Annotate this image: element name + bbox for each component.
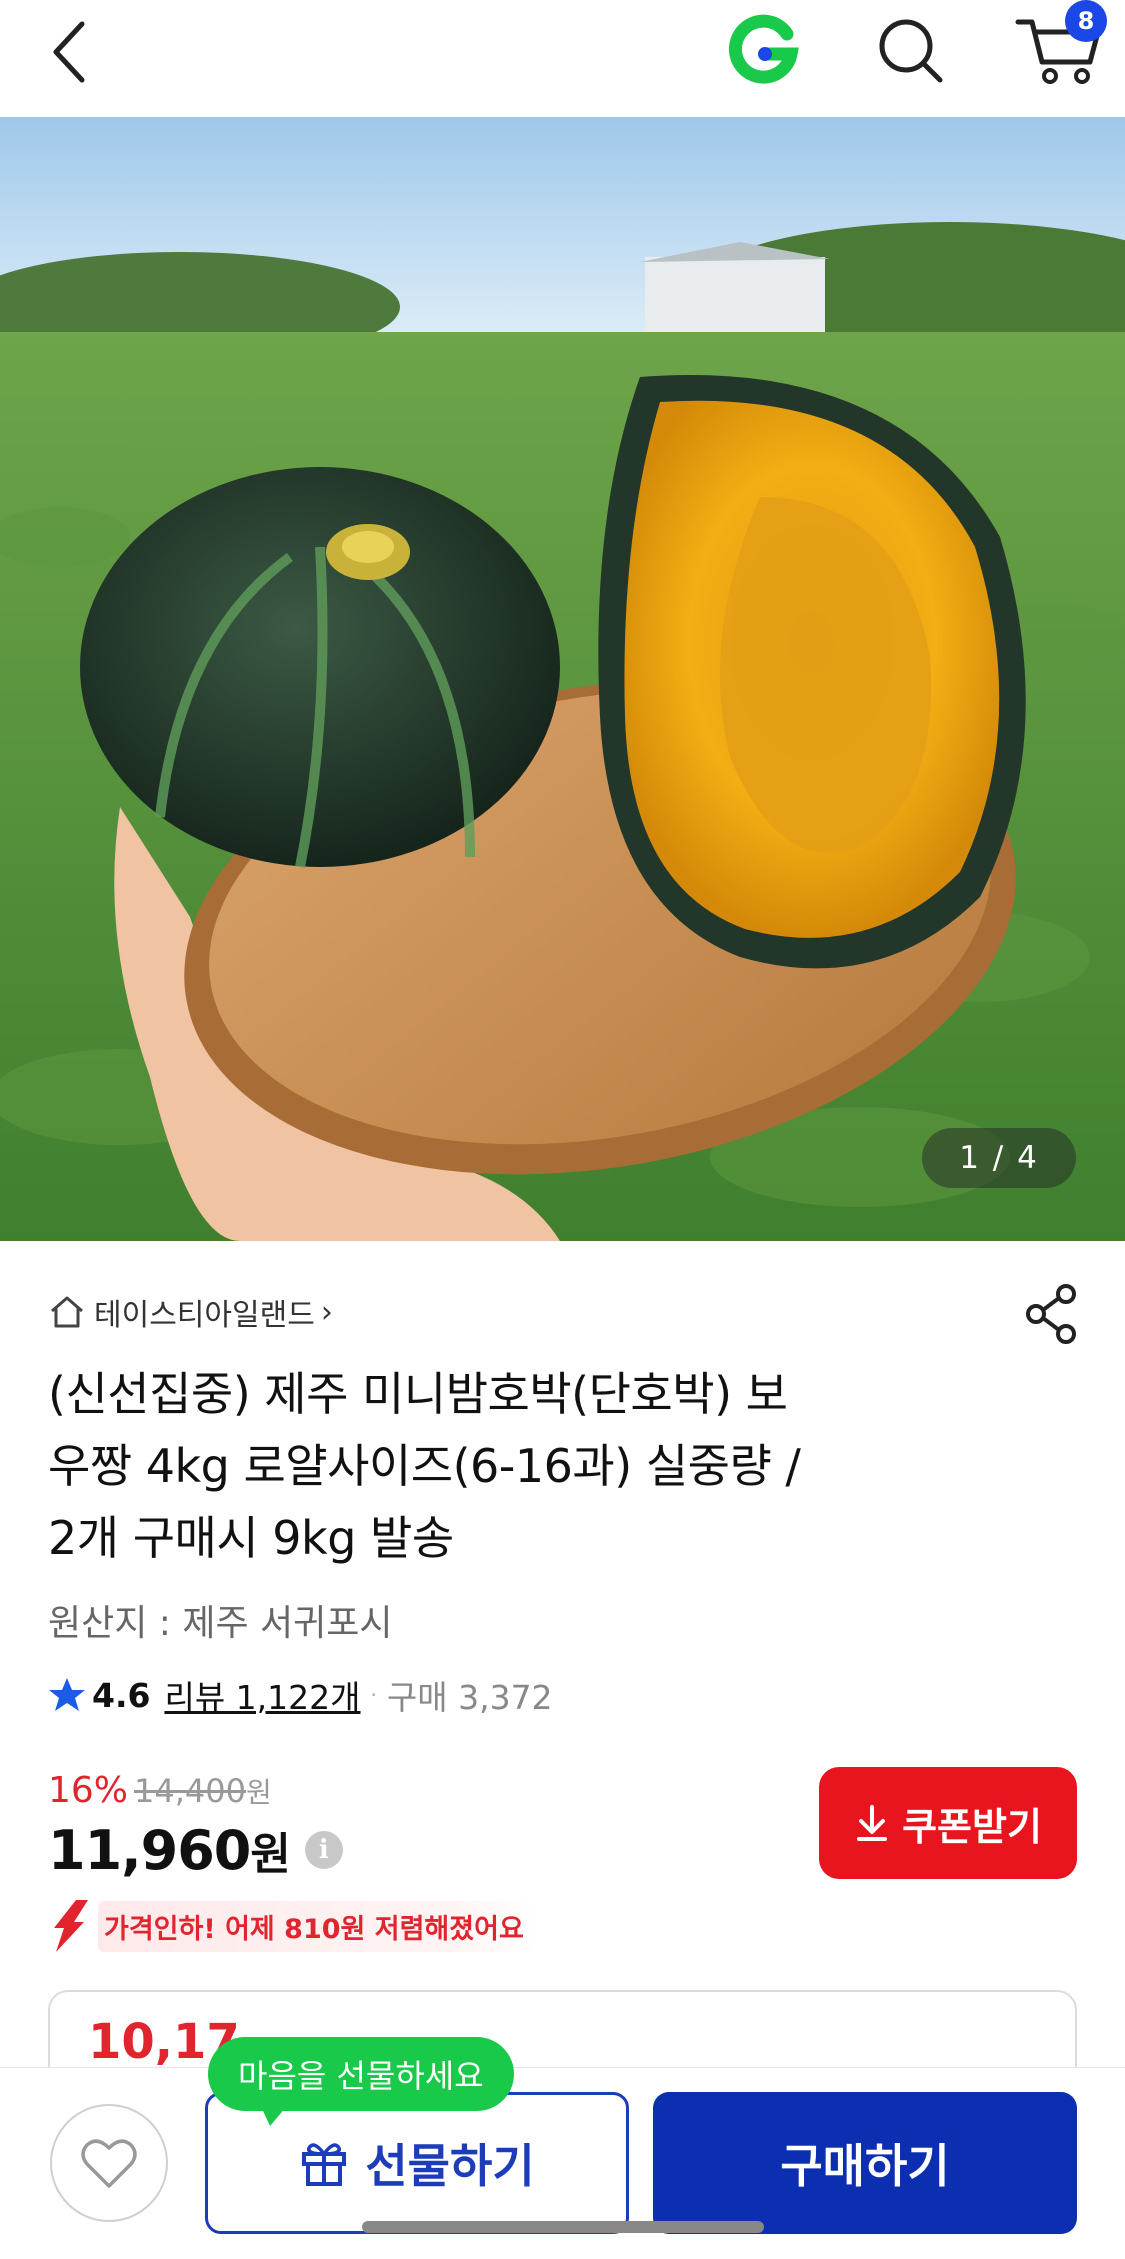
home-indicator <box>362 2221 764 2233</box>
chevron-right-icon: › <box>320 1294 333 1330</box>
star-icon <box>49 1678 85 1711</box>
coupon-button-label: 쿠폰받기 <box>902 1804 1042 1849</box>
rating-value: 4.6 <box>92 1675 151 1715</box>
coupon-download-button[interactable]: 쿠폰받기 <box>819 1767 1077 1879</box>
download-icon <box>857 1805 888 1841</box>
search-button[interactable] <box>870 8 950 88</box>
discount-row: 16% 14,400 원 <box>48 1770 272 1811</box>
product-image-carousel[interactable] <box>0 117 1125 1241</box>
gift-button-label: 선물하기 <box>365 2139 535 2193</box>
gift-tooltip-tail <box>258 2100 292 2126</box>
sale-price: 11,960 <box>48 1818 251 1882</box>
store-link[interactable]: 테이스티아일랜드 › <box>48 1290 333 1334</box>
product-title-line: 우짱 4kg 로얄사이즈(6-16과) 실중량 / <box>48 1439 801 1493</box>
info-icon[interactable]: i <box>304 1831 343 1869</box>
sale-price-row: 11,960 원 i <box>48 1818 343 1882</box>
g-logo-icon[interactable] <box>725 8 805 88</box>
product-title-line: (신선집중) 제주 미니밤호박(단호박) 보 <box>48 1367 788 1421</box>
chevron-left-icon <box>53 21 85 83</box>
discount-rate: 16% <box>48 1770 129 1811</box>
bottom-action-bar: 선물하기 구매하기 <box>0 2067 1125 2259</box>
search-icon <box>879 19 943 83</box>
product-title-line: 2개 구매시 9kg 발송 <box>48 1511 454 1565</box>
image-page-counter: 1 / 4 <box>922 1128 1076 1188</box>
buy-button-label: 구매하기 <box>780 2139 950 2193</box>
back-button[interactable] <box>40 8 100 88</box>
rating-row: 4.6 리뷰 1,122개 · 구매 3,372 <box>48 1670 553 1720</box>
gift-icon <box>302 2143 347 2186</box>
wishlist-button[interactable] <box>50 2104 168 2222</box>
home-icon <box>51 1296 83 1328</box>
original-price-unit: 원 <box>245 1776 272 1809</box>
buy-button[interactable]: 구매하기 <box>653 2092 1077 2234</box>
review-link[interactable]: 리뷰 1,122개 <box>164 1671 360 1719</box>
cart-count-badge: 8 <box>1065 0 1107 42</box>
product-title: (신선집중) 제주 미니밤호박(단호박) 보 우짱 4kg 로얄사이즈(6-16… <box>48 1358 1008 1574</box>
original-price: 14,400 <box>134 1772 246 1810</box>
separator-dot: · <box>370 1683 377 1707</box>
heart-icon <box>81 2139 137 2188</box>
share-button[interactable] <box>1022 1282 1082 1346</box>
price-drop-text: 가격인하! 어제 810원 저렴해졌어요 <box>98 1900 538 1952</box>
gift-tooltip: 마음을 선물하세요 <box>208 2037 514 2111</box>
share-icon <box>1026 1284 1076 1344</box>
price-drop-notice: 가격인하! 어제 810원 저렴해졌어요 <box>48 1898 538 1954</box>
price-down-arrow-icon <box>54 1900 88 1952</box>
product-photo <box>0 117 1125 1241</box>
origin-label: 원산지 : 제주 서귀포시 <box>48 1603 393 1644</box>
top-app-bar: 8 <box>0 0 1125 117</box>
store-name: 테이스티아일랜드 <box>94 1298 315 1333</box>
purchase-count: 구매 3,372 <box>386 1678 553 1717</box>
sale-price-unit: 원 <box>250 1829 291 1880</box>
